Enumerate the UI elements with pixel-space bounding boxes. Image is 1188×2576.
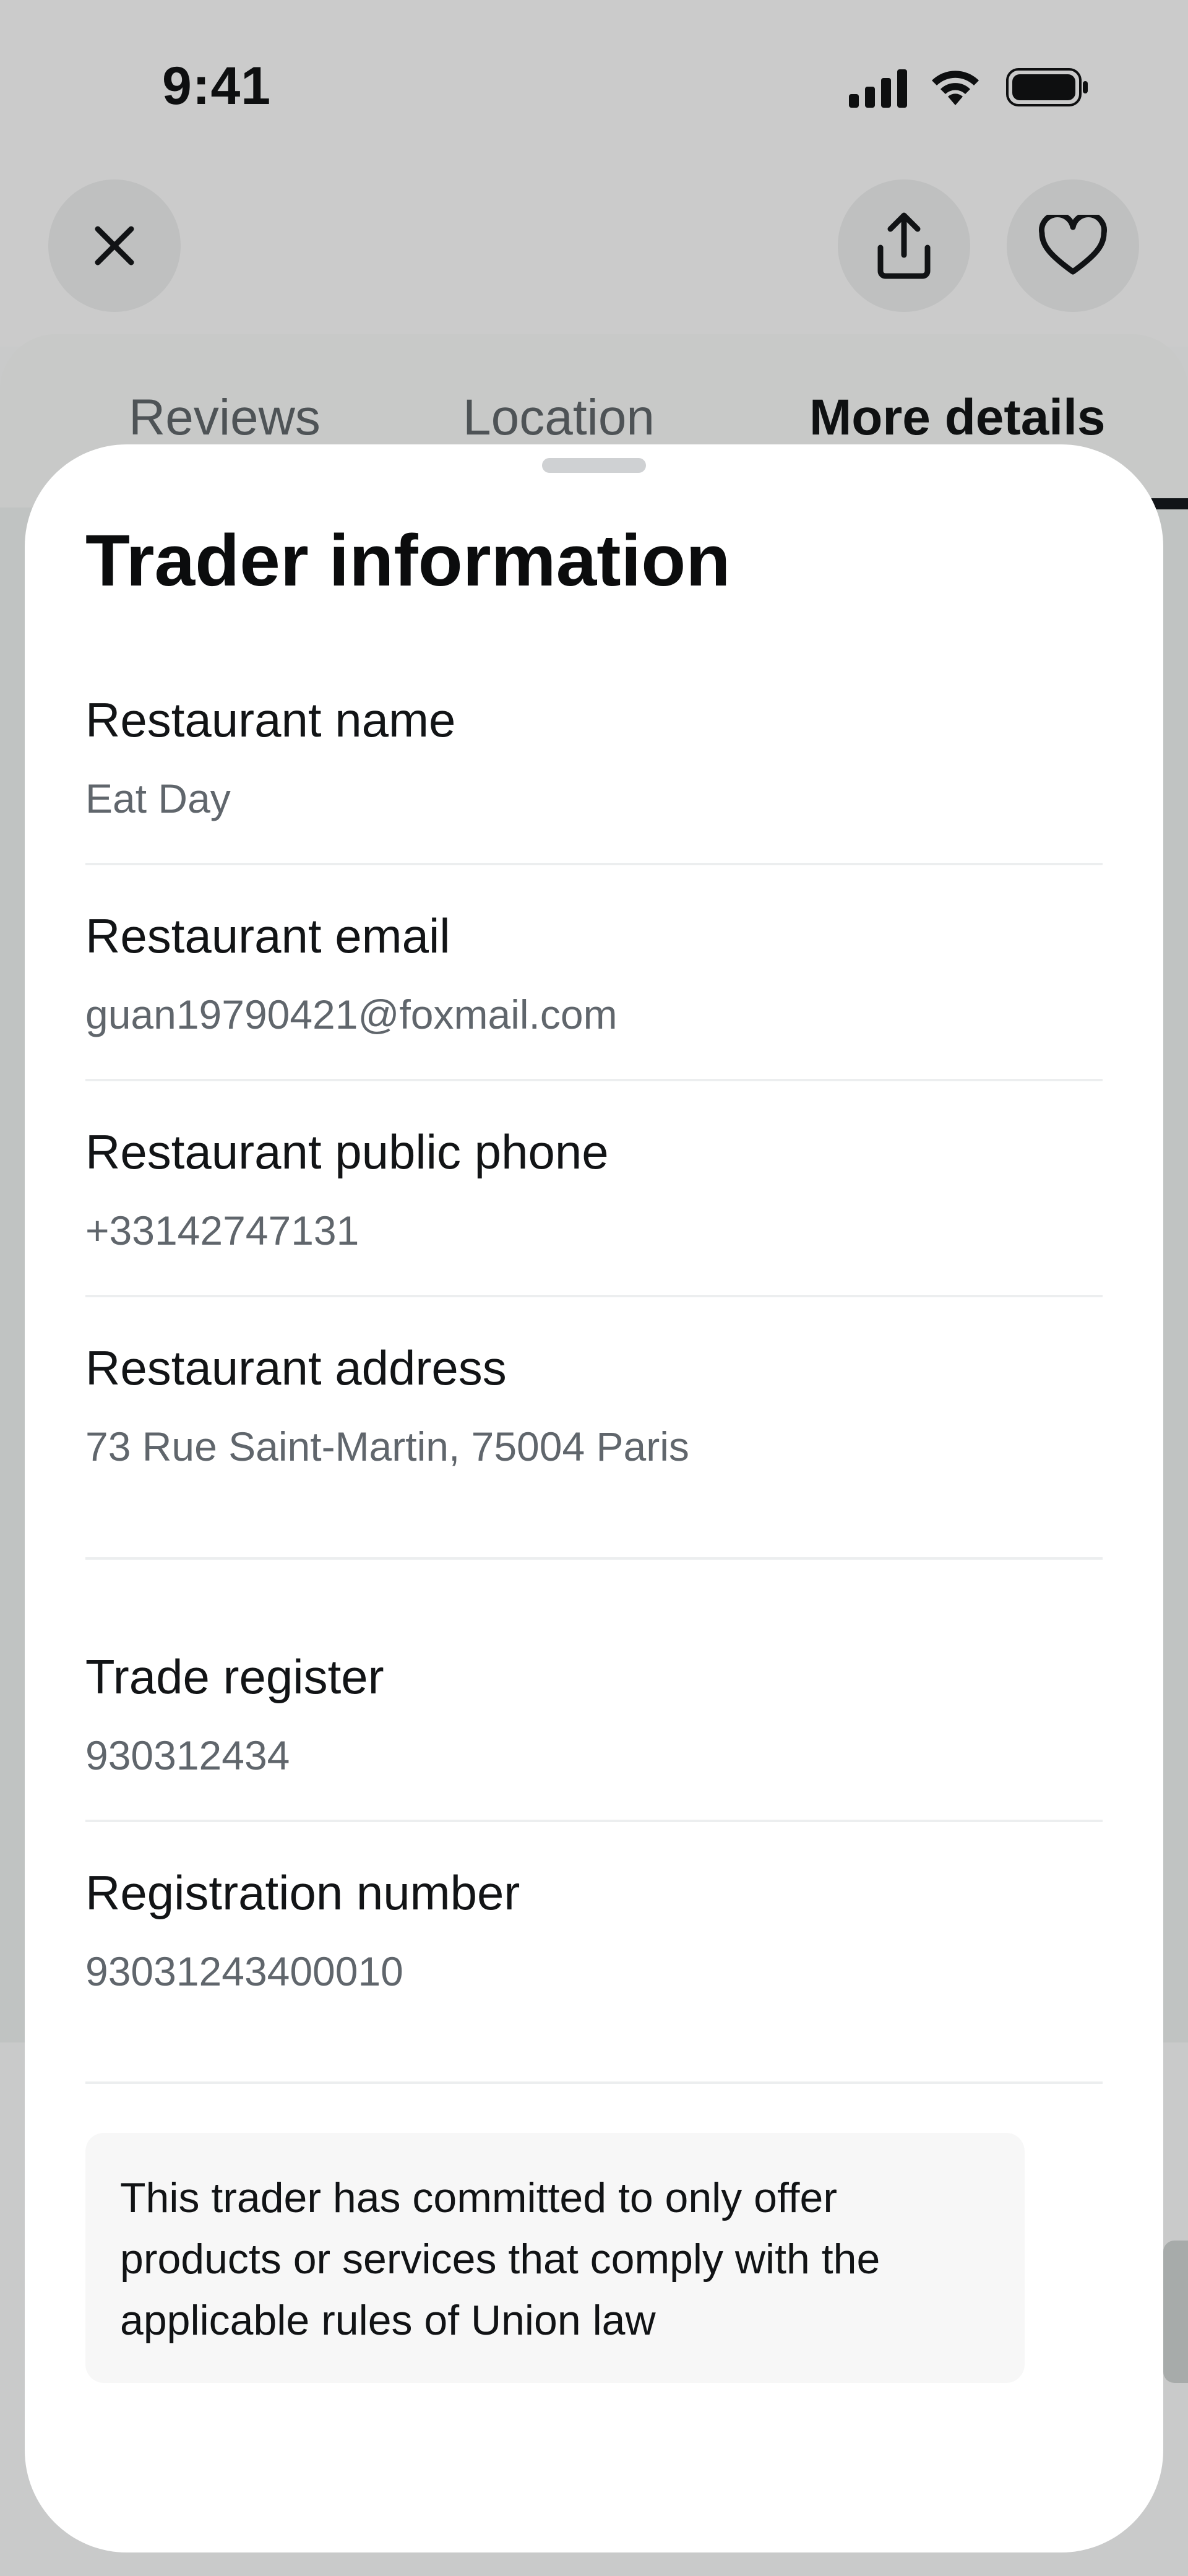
divider	[85, 2081, 1103, 2084]
divider	[85, 863, 1103, 865]
trade-register-label: Trade register	[85, 1649, 384, 1704]
restaurant-phone-label: Restaurant public phone	[85, 1125, 609, 1179]
sheet-grabber[interactable]	[542, 458, 646, 473]
tab-location[interactable]: Location	[463, 389, 655, 447]
restaurant-email-value: guan19790421@foxmail.com	[85, 992, 618, 1037]
compliance-notice: This trader has committed to only offer …	[85, 2133, 1025, 2383]
trade-register-value: 930312434	[85, 1732, 290, 1778]
divider	[85, 1820, 1103, 1822]
background-card-edge	[1163, 2241, 1188, 2383]
tab-reviews[interactable]: Reviews	[129, 389, 321, 447]
battery-icon	[1006, 68, 1088, 106]
status-time: 9:41	[162, 56, 272, 116]
divider	[85, 1557, 1103, 1560]
restaurant-name-label: Restaurant name	[85, 693, 456, 747]
share-button[interactable]	[838, 179, 970, 312]
divider	[85, 1079, 1103, 1081]
restaurant-phone-value: +33142747131	[85, 1208, 359, 1253]
tab-more-details[interactable]: More details	[809, 389, 1105, 447]
registration-number-label: Registration number	[85, 1865, 520, 1920]
registration-number-value: 93031243400010	[85, 1948, 403, 1994]
restaurant-email-label: Restaurant email	[85, 909, 450, 963]
wifi-icon	[932, 71, 979, 105]
heart-icon	[1039, 215, 1107, 275]
favorite-button[interactable]	[1007, 179, 1139, 312]
sheet-title: Trader information	[85, 520, 731, 602]
signal-icon	[849, 69, 907, 108]
compliance-notice-text: This trader has committed to only offer …	[120, 2174, 880, 2344]
close-icon	[95, 226, 134, 266]
page-header-background	[0, 0, 1188, 347]
restaurant-name-value: Eat Day	[85, 776, 231, 821]
restaurant-address-value: 73 Rue Saint-Martin, 75004 Paris	[85, 1424, 689, 1469]
close-button[interactable]	[48, 179, 181, 312]
status-icons	[848, 67, 1095, 110]
divider	[85, 1295, 1103, 1297]
restaurant-address-label: Restaurant address	[85, 1341, 507, 1395]
share-icon	[877, 212, 931, 279]
